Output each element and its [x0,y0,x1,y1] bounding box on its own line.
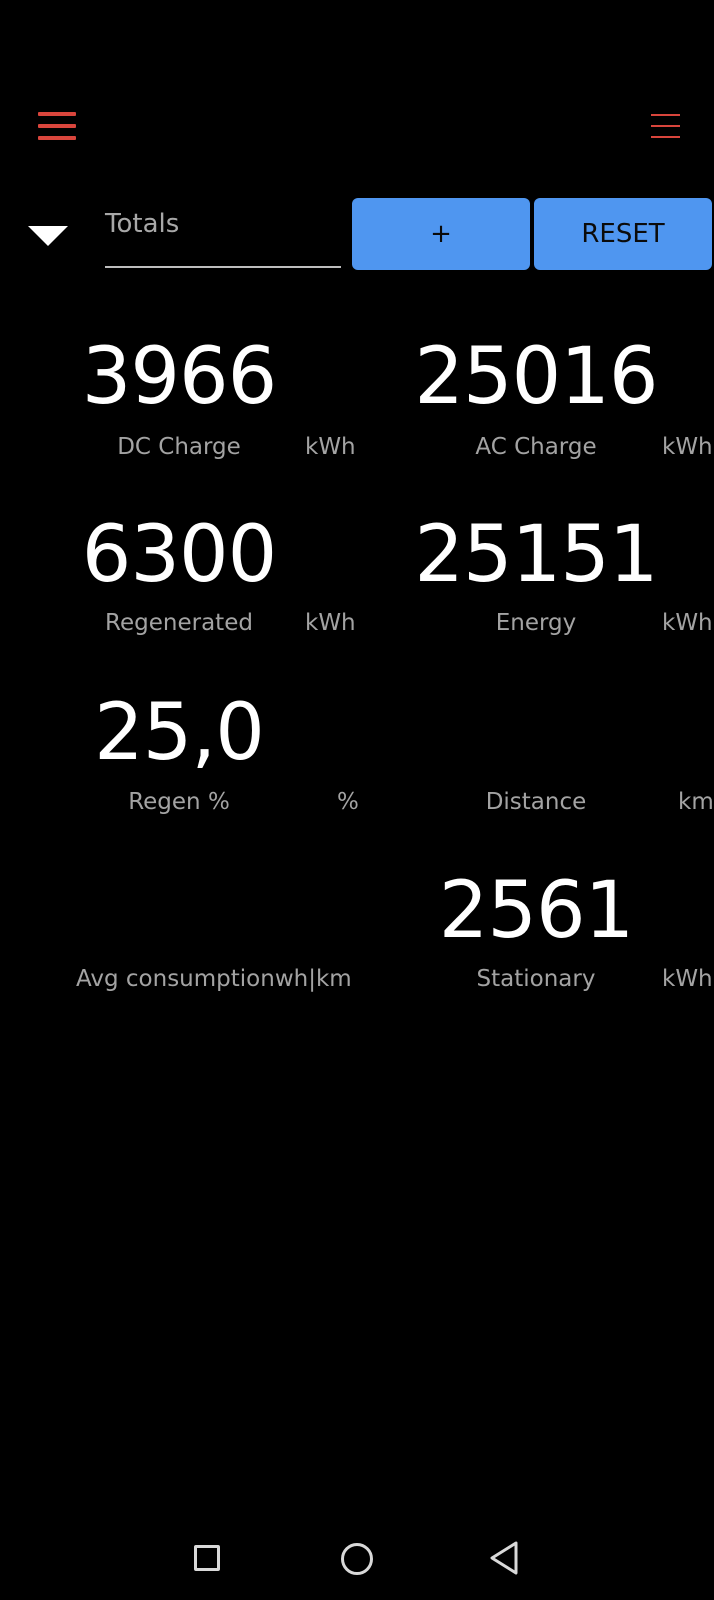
energy-value: 25151 [414,510,658,600]
distance-label: Distance [485,789,587,815]
regen-percent-label: Regen % [128,789,230,815]
regen-percent-unit: % [337,789,359,815]
regenerated-unit: kWh [305,610,356,636]
period-select[interactable]: Totals [105,196,341,268]
menu-line [38,136,76,140]
menu-line [38,124,76,128]
energy-label: Energy [495,610,577,636]
triangle-back-icon[interactable] [488,1540,520,1576]
dc-charge-label: DC Charge [117,434,241,460]
ac-charge-value: 25016 [414,332,658,422]
distance-unit: km [678,789,714,815]
reset-button[interactable]: RESET [534,198,712,270]
avg-consumption-label: Avg consumptionwh|km [76,968,352,991]
menu-line [651,136,680,138]
period-value: Totals [105,209,180,239]
regen-percent-value: 25,0 [94,688,265,778]
stationary-value: 2561 [438,866,635,956]
menu-line [651,125,680,127]
overflow-menu-icon[interactable] [651,114,680,138]
add-button[interactable]: + [352,198,530,270]
dc-charge-unit: kWh [305,434,356,460]
regenerated-value: 6300 [81,510,278,600]
avg-consumption-label-text: Avg consumption [76,966,275,992]
menu-line [38,112,76,116]
hamburger-menu-icon[interactable] [38,112,76,140]
ac-charge-unit: kWh [662,434,713,460]
caret-down-icon[interactable] [28,226,68,246]
avg-consumption-unit: wh|km [274,966,352,992]
menu-line [651,114,680,116]
ac-charge-label: AC Charge [475,434,597,460]
regenerated-label: Regenerated [105,610,253,636]
stationary-unit: kWh [662,966,713,992]
square-recents-icon[interactable] [194,1545,220,1571]
dc-charge-value: 3966 [81,332,278,422]
circle-home-icon[interactable] [341,1543,373,1575]
stationary-label: Stationary [476,966,596,992]
energy-unit: kWh [662,610,713,636]
